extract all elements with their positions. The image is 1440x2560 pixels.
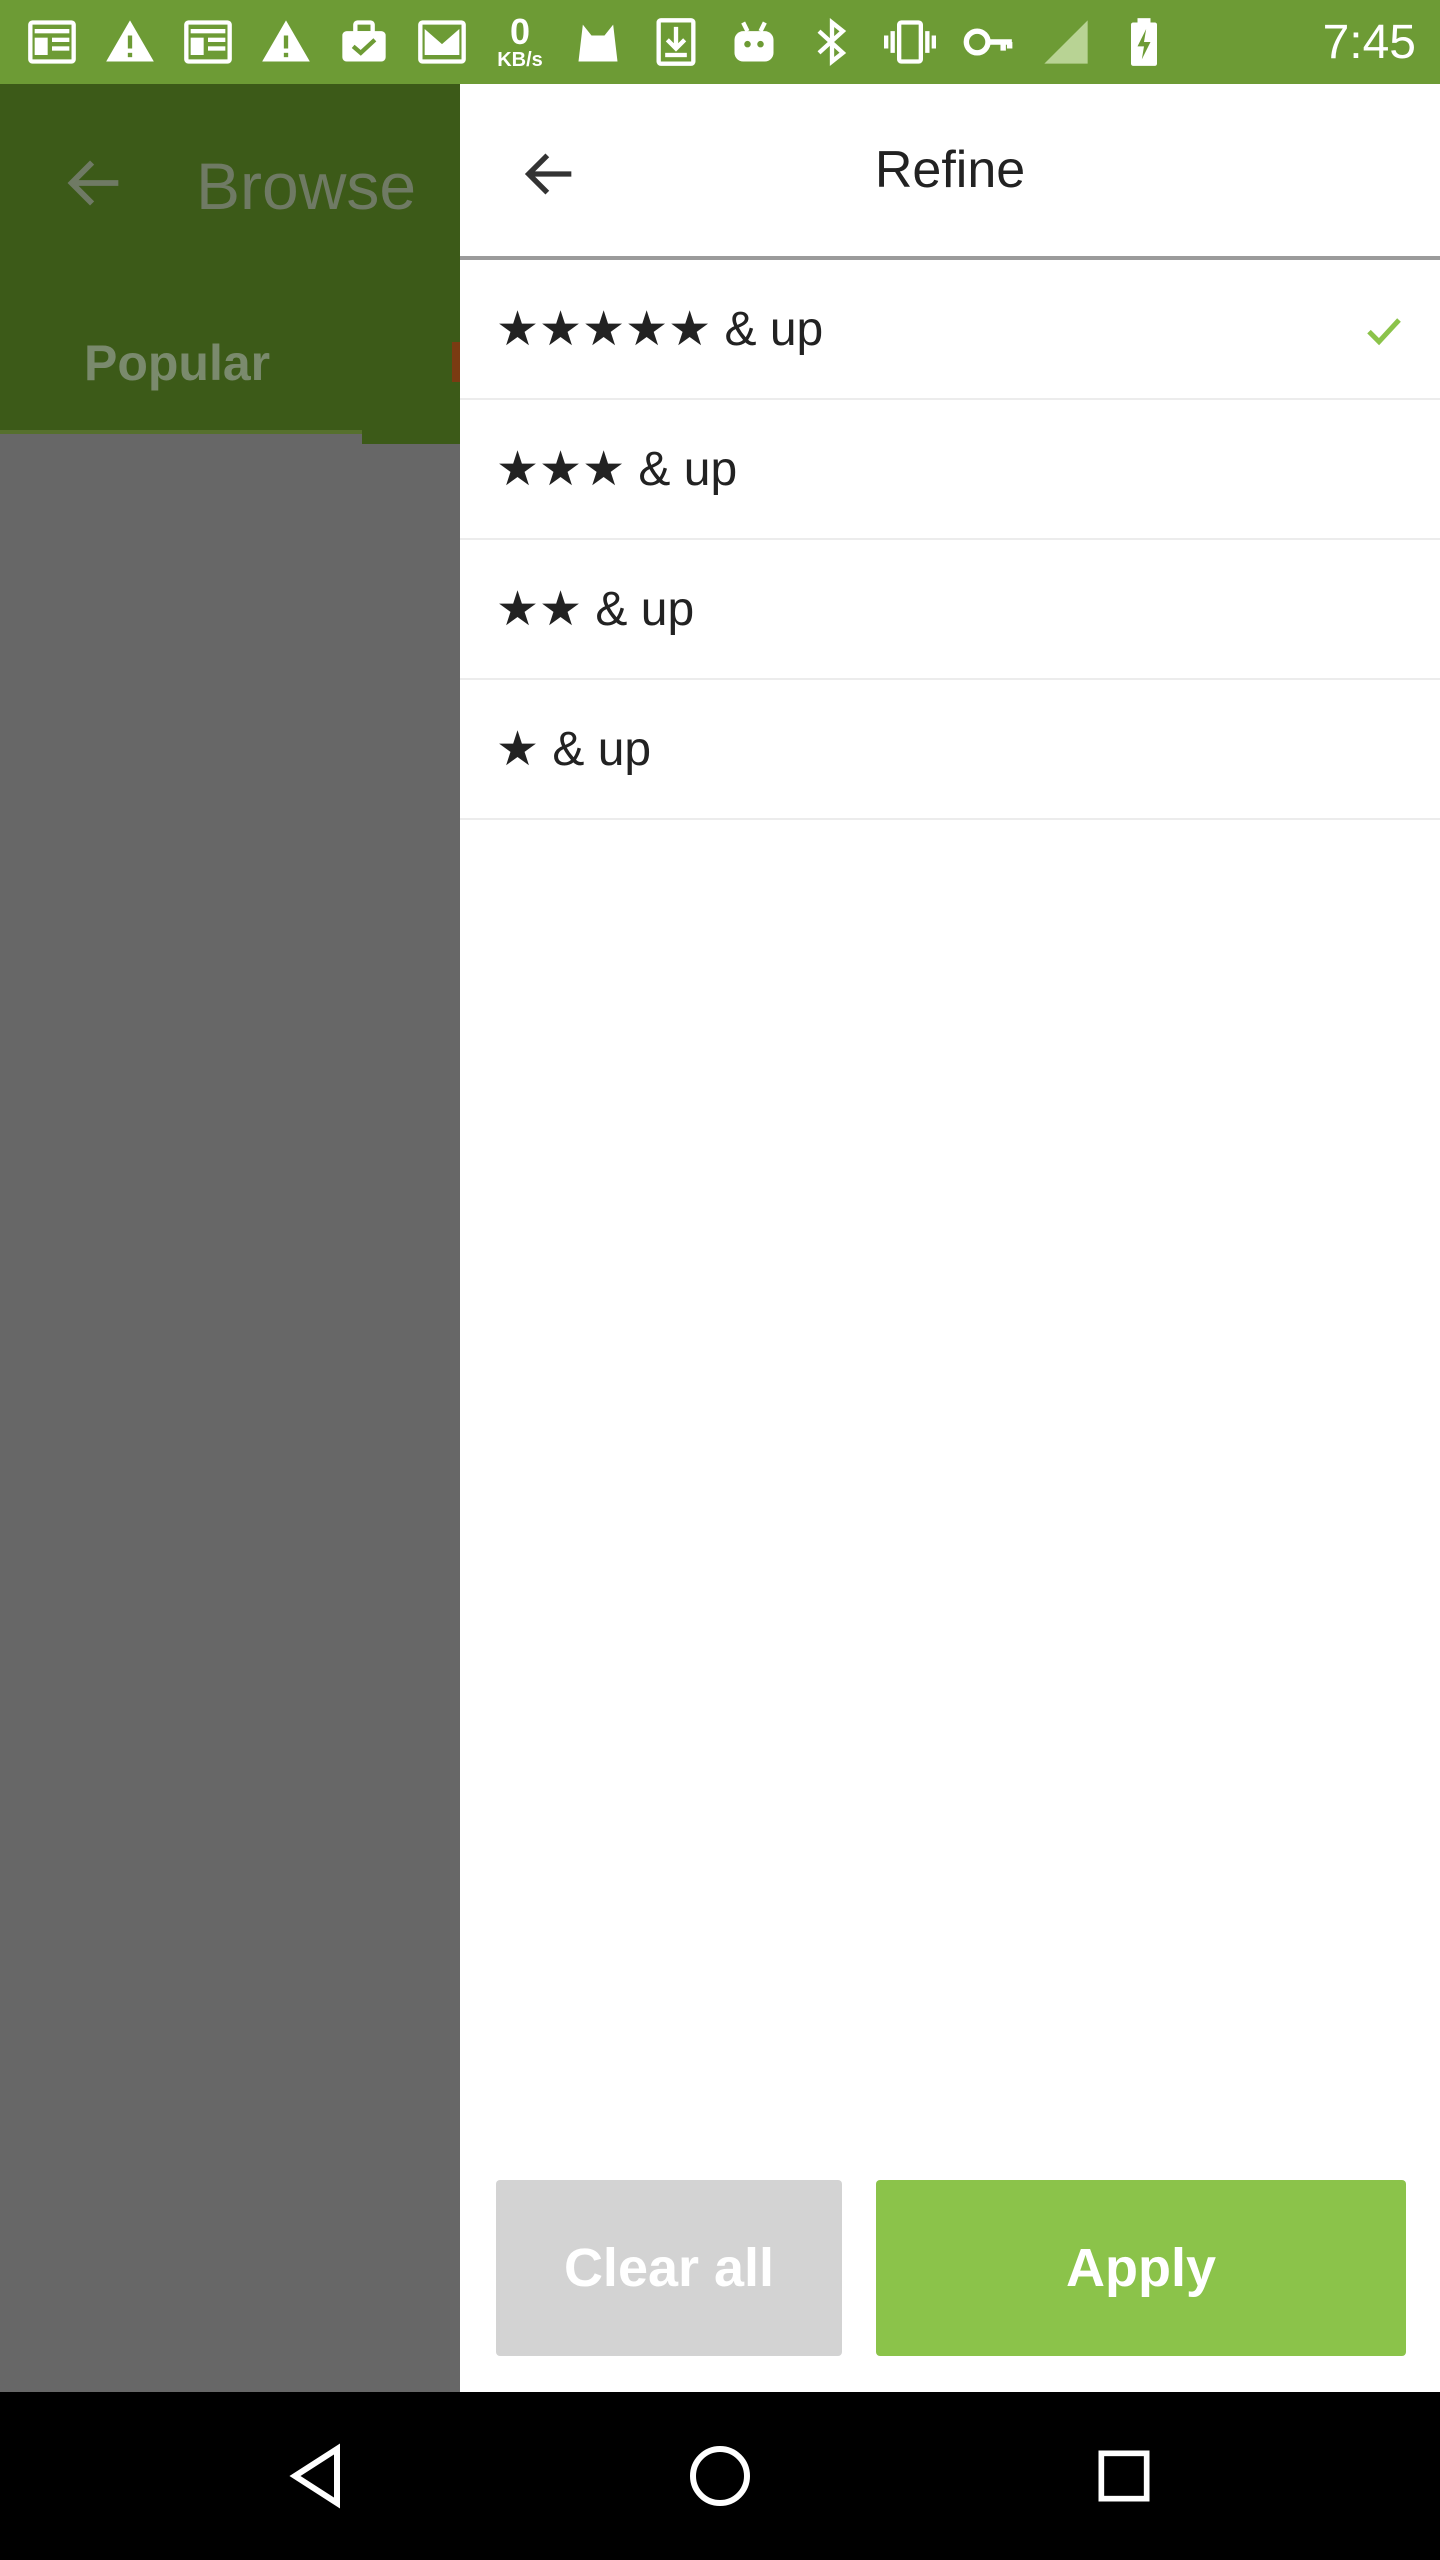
back-triangle-icon[interactable] xyxy=(266,2426,366,2526)
bluetooth-icon xyxy=(804,14,860,70)
background-title: Browse xyxy=(196,149,417,223)
key-icon xyxy=(960,14,1016,70)
option-label: ★★★ & up xyxy=(496,443,738,496)
drawer-header: Refine xyxy=(460,84,1440,260)
tab-indicator xyxy=(0,430,362,434)
rating-options-list: ★★★★★ & up ★★★ & up ★★ & up ★ & up xyxy=(460,260,1440,820)
tab-strip xyxy=(362,430,460,444)
check-icon xyxy=(1367,318,1401,346)
battery-charging-icon xyxy=(1116,14,1172,70)
newspaper-icon xyxy=(24,14,80,70)
tab-popular: Popular xyxy=(84,335,271,391)
option-label: ★★ & up xyxy=(496,583,695,636)
rating-option-3[interactable]: ★★★ & up xyxy=(460,400,1440,540)
background-screen[interactable]: Browse Popular xyxy=(0,84,462,2392)
recents-square-icon[interactable] xyxy=(1074,2426,1174,2526)
refine-drawer: Refine ★★★★★ & up ★★★ & up ★★ & up ★ & u… xyxy=(460,84,1440,2392)
network-speed: 0 KB/s xyxy=(492,11,548,71)
rating-option-1[interactable]: ★ & up xyxy=(460,680,1440,820)
net-speed-value: 0 xyxy=(509,11,531,52)
home-circle-icon[interactable] xyxy=(670,2426,770,2526)
background-app-bar: Browse Popular xyxy=(0,84,462,444)
status-icons: 0 KB/s xyxy=(24,14,1311,70)
status-time: 7:45 xyxy=(1322,15,1416,69)
drawer-title: Refine xyxy=(874,141,1026,199)
option-label: ★ & up xyxy=(496,723,652,776)
download-icon xyxy=(648,14,704,70)
signal-icon xyxy=(1038,14,1094,70)
clear-all-button[interactable]: Clear all xyxy=(496,2180,842,2356)
net-speed-unit: KB/s xyxy=(497,49,543,71)
drawer-footer: Clear all Apply xyxy=(460,2180,1440,2392)
vibrate-icon xyxy=(882,14,938,70)
newspaper-icon xyxy=(180,14,236,70)
mail-icon xyxy=(414,14,470,70)
briefcase-check-icon xyxy=(336,14,392,70)
warning-icon xyxy=(102,14,158,70)
option-label: ★★★★★ & up xyxy=(496,303,824,356)
back-arrow-icon xyxy=(60,148,130,218)
rating-option-2[interactable]: ★★ & up xyxy=(460,540,1440,680)
warning-icon xyxy=(258,14,314,70)
rating-option-5[interactable]: ★★★★★ & up xyxy=(460,260,1440,400)
apply-button[interactable]: Apply xyxy=(876,2180,1406,2356)
navigation-bar xyxy=(0,2392,1440,2560)
cat-icon xyxy=(570,14,626,70)
android-icon xyxy=(726,14,782,70)
status-bar: 0 KB/s 7:45 xyxy=(0,0,1440,84)
